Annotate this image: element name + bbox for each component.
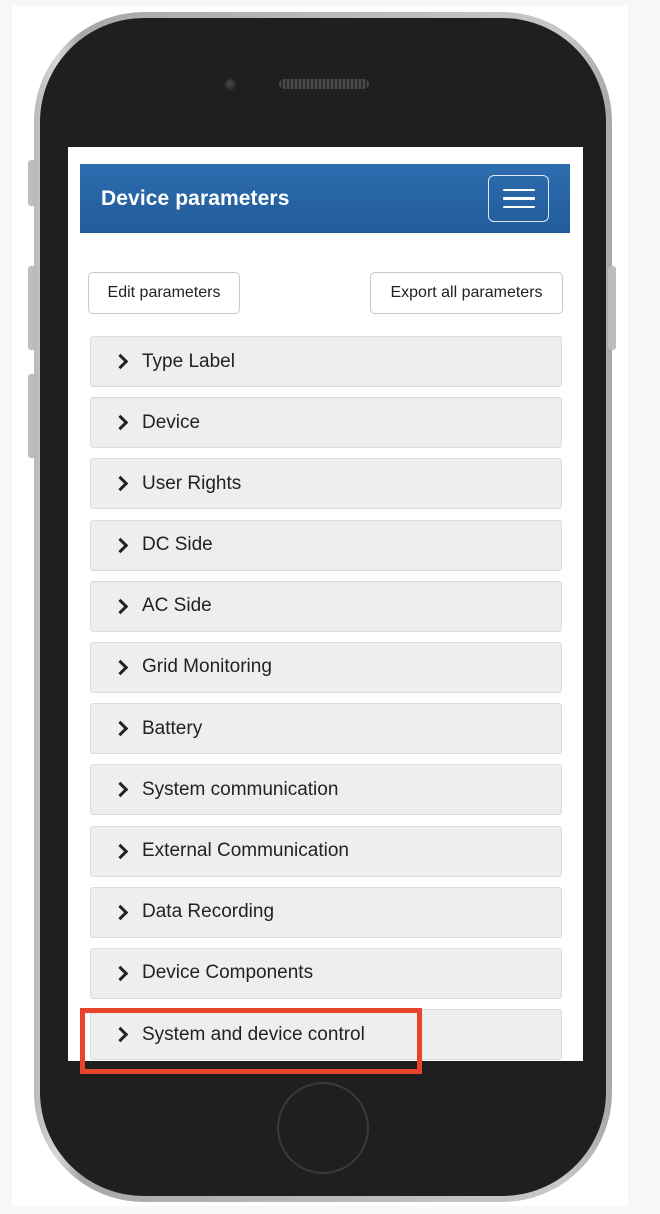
chevron-right-icon [112,476,129,492]
section-label: Type Label [142,350,235,372]
phone-screen: Device parameters Edit parameters Export… [68,147,583,1061]
section-dc-side[interactable]: DC Side [90,519,562,571]
section-system-communication[interactable]: System communication [90,764,562,816]
chevron-right-icon [112,904,129,920]
home-button[interactable] [277,1082,369,1174]
menu-bar [502,205,535,209]
section-device[interactable]: Device [90,397,562,449]
chevron-right-icon [112,659,129,676]
section-label: User Rights [142,472,242,494]
chevron-right-icon [112,965,129,982]
earpiece-speaker [279,79,369,89]
section-system-and-device-control[interactable]: System and device control [90,1009,562,1061]
chevron-right-icon [112,1026,129,1043]
stage: Device parameters Edit parameters Export… [0,0,660,1214]
chevron-right-icon [112,414,129,431]
section-type-label[interactable]: Type Label [90,336,562,387]
section-label: Device Components [142,962,314,984]
section-external-communication[interactable]: External Communication [90,825,562,877]
page-title: Device parameters [101,186,290,210]
section-user-rights[interactable]: User Rights [90,458,562,510]
section-label: Grid Monitoring [142,656,272,678]
chevron-right-icon [112,843,129,859]
section-label: DC Side [142,534,213,556]
menu-bar [502,188,535,192]
section-label: System and device control [142,1023,365,1045]
chevron-right-icon [112,720,129,737]
parameter-section-list: Type Label Device User Rights DC Side AC… [90,336,562,1061]
hamburger-menu-icon[interactable] [488,175,549,222]
chevron-right-icon [112,782,129,798]
power-button [608,266,616,350]
navbar: Device parameters [80,164,570,233]
section-grid-monitoring[interactable]: Grid Monitoring [90,641,562,693]
section-label: Battery [142,717,203,739]
section-battery[interactable]: Battery [90,703,562,755]
section-label: Data Recording [142,901,275,923]
section-label: Device [142,411,201,433]
section-data-recording[interactable]: Data Recording [90,886,562,938]
chevron-right-icon [112,353,129,370]
chevron-right-icon [112,598,129,615]
front-camera-icon [225,79,237,91]
section-label: AC Side [142,595,212,617]
section-device-components[interactable]: Device Components [90,947,562,999]
section-ac-side[interactable]: AC Side [90,580,562,632]
chevron-right-icon [112,537,129,553]
edit-parameters-button[interactable]: Edit parameters [88,272,240,314]
section-label: External Communication [142,840,349,861]
section-label: System communication [142,778,339,800]
menu-bar [502,197,535,200]
export-all-parameters-button[interactable]: Export all parameters [370,272,563,314]
